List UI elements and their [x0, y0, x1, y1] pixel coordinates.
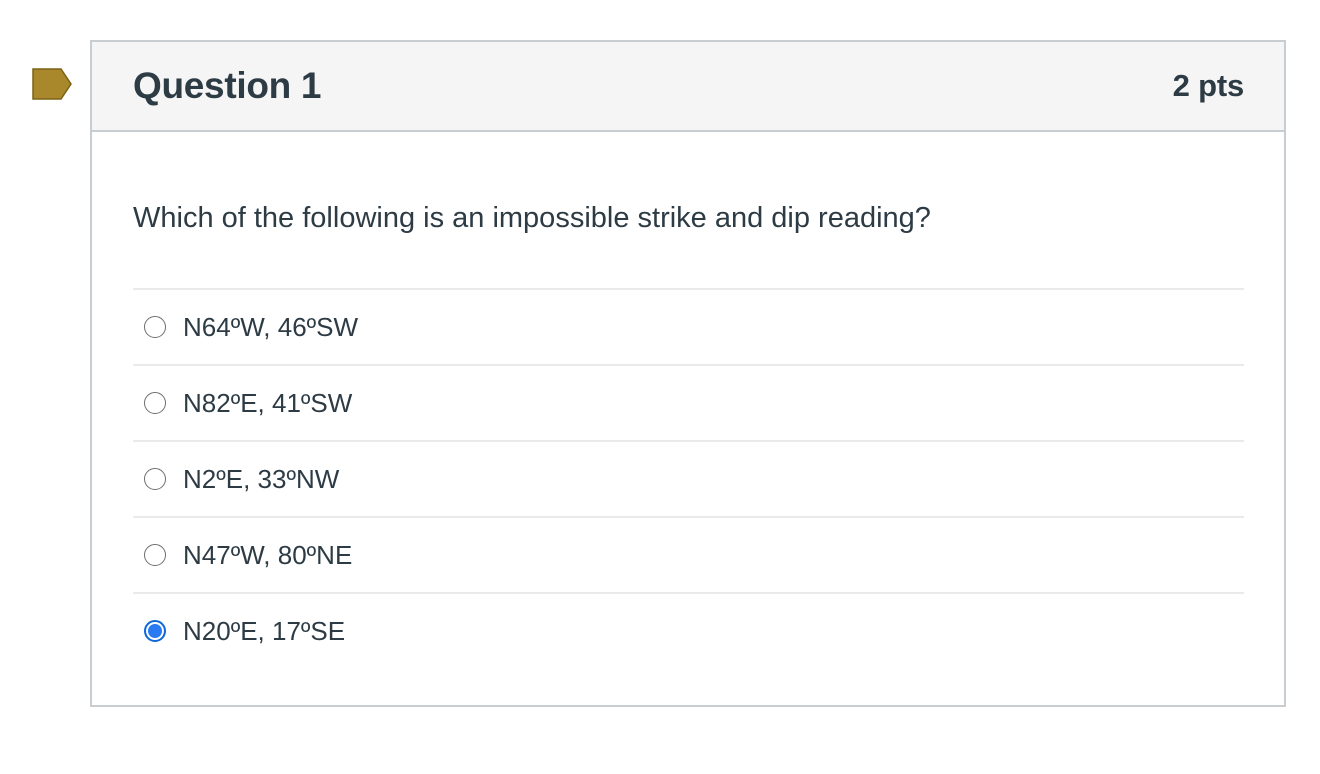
- question-body: Which of the following is an impossible …: [92, 200, 1284, 668]
- radio-button[interactable]: [144, 392, 166, 414]
- question-header: Question 1 2 pts: [92, 42, 1284, 132]
- answer-label[interactable]: N20ºE, 17ºSE: [183, 616, 345, 647]
- answer-option[interactable]: N20ºE, 17ºSE: [133, 594, 1244, 668]
- answer-label[interactable]: N2ºE, 33ºNW: [183, 464, 339, 495]
- answer-label[interactable]: N64ºW, 46ºSW: [183, 312, 358, 343]
- answer-option[interactable]: N64ºW, 46ºSW: [133, 290, 1244, 366]
- answer-option[interactable]: N82ºE, 41ºSW: [133, 366, 1244, 442]
- question-card: Question 1 2 pts Which of the following …: [90, 40, 1286, 707]
- question-title: Question 1: [133, 65, 322, 106]
- answer-label[interactable]: N82ºE, 41ºSW: [183, 388, 352, 419]
- radio-button[interactable]: [144, 468, 166, 490]
- question-text: Which of the following is an impossible …: [133, 202, 931, 234]
- answer-label[interactable]: N47ºW, 80ºNE: [183, 540, 352, 571]
- answer-option[interactable]: N47ºW, 80ºNE: [133, 518, 1244, 594]
- answer-list: N64ºW, 46ºSW N82ºE, 41ºSW N2ºE, 33ºNW N4…: [133, 288, 1244, 668]
- radio-button[interactable]: [144, 544, 166, 566]
- radio-button[interactable]: [144, 620, 166, 642]
- answer-option[interactable]: N2ºE, 33ºNW: [133, 442, 1244, 518]
- radio-button[interactable]: [144, 316, 166, 338]
- question-points: 2 pts: [1172, 68, 1245, 103]
- flag-question-icon[interactable]: [32, 68, 72, 100]
